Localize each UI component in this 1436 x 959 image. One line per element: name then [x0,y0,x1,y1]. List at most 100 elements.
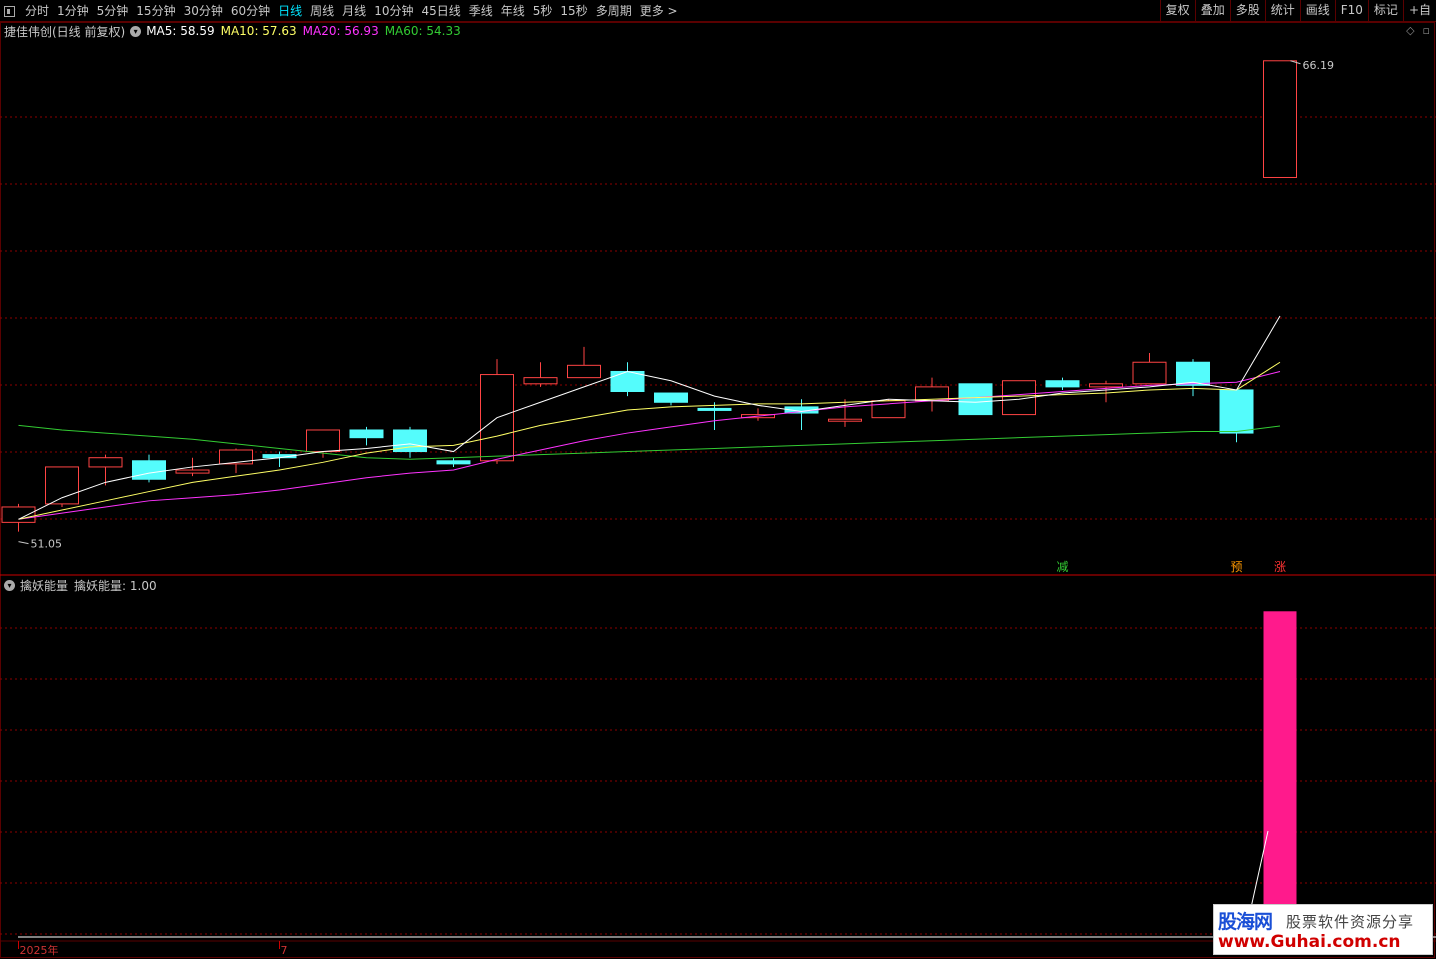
candle [45,466,79,507]
candle [1132,353,1167,385]
candle [1219,389,1254,443]
chart-corner-controls: ◇ ▫ [1406,24,1430,37]
period-tab-10[interactable]: 45日线 [417,0,464,22]
indicator-value: 擒妖能量: 1.00 [74,578,157,593]
period-tab-11[interactable]: 季线 [465,0,497,22]
candle-body [175,469,210,474]
candle [436,457,471,467]
candle-body [349,429,384,439]
toolbar-button-1[interactable]: 叠加 [1194,0,1230,22]
ma5-line [18,315,1281,520]
x-axis-label: 2025年 [20,943,59,957]
toolbar-button-5[interactable]: F10 [1334,0,1368,22]
watermark-slogan: 股票软件资源分享 [1286,913,1415,931]
window-icon[interactable] [4,5,15,17]
period-tab-0[interactable]: 分时 [21,0,53,22]
candle-body [610,370,645,392]
toolbar-button-0[interactable]: 复权 [1159,0,1195,22]
candle-body [45,466,79,505]
ma-label-2: MA20: 56.93 [302,24,379,38]
candle-body [523,377,558,385]
period-tab-16[interactable]: 更多 > [636,0,682,22]
signal-label: 涨 [1274,559,1286,574]
period-tab-5[interactable]: 60分钟 [227,0,274,22]
candle [654,392,688,406]
candle-body [1045,380,1080,388]
watermark-logo: 股海网 [1218,911,1273,933]
candle [393,426,427,458]
period-tab-6[interactable]: 日线 [274,0,306,22]
candle [567,346,601,379]
energy-bar [1263,611,1297,937]
indicator-title: ▾ 擒妖能量 擒妖能量: 1.00 [4,576,157,594]
indicator-name: 擒妖能量 [20,578,69,593]
period-tabs: 分时 1分钟 5分钟 15分钟 30分钟 60分钟 日线 周线 月线 10分钟 45日线 季线 年线 5秒… [4,0,682,22]
candle-body [1263,60,1297,178]
candle [610,362,645,397]
x-axis-label: 7 [281,944,288,957]
candle-body [958,383,993,416]
candle-body [132,460,166,480]
candle-body [654,392,688,403]
candle [915,377,949,412]
candle [871,399,906,419]
low-marker [18,541,29,545]
candle [1176,359,1210,397]
chevron-down-icon[interactable]: ▾ [130,25,142,37]
candle [132,454,166,483]
toolbar-right-buttons: 复权 叠加 多股 统计 画线 F10 标记 +自 [1159,0,1436,22]
period-tab-2[interactable]: 5分钟 [93,0,133,22]
period-tab-12[interactable]: 年线 [497,0,529,22]
toolbar-button-7[interactable]: +自 [1402,0,1436,22]
candle-body [219,449,253,465]
chevron-down-icon[interactable]: ▾ [4,579,15,591]
toolbar-button-4[interactable]: 画线 [1299,0,1335,22]
period-tab-13[interactable]: 5秒 [529,0,557,22]
main-chart-title: 捷佳伟创(日线 前复权) ▾ MA5: 58.59 MA10: 57.63 MA20… [4,22,467,40]
candle-body [306,429,340,453]
candle [958,383,993,416]
watermark-url: www.Guhai.com.cn [1218,932,1401,952]
expand-icon[interactable]: ▫ [1423,24,1430,37]
period-tab-3[interactable]: 15分钟 [132,0,179,22]
period-tab-15[interactable]: 多周期 [592,0,636,22]
candle [1089,380,1123,403]
candle [349,426,384,446]
high-price-label: 66.19 [1303,59,1335,72]
guhai-watermark: 股海网 股票软件资源分享 www.Guhai.com.cn [1213,904,1433,955]
period-tab-8[interactable]: 月线 [338,0,370,22]
period-tab-14[interactable]: 15秒 [556,0,591,22]
low-price-label: 51.05 [31,538,63,551]
toolbar-button-3[interactable]: 统计 [1264,0,1300,22]
candle-body [1089,383,1123,388]
candle [697,402,732,430]
period-tab-9[interactable]: 10分钟 [370,0,417,22]
candle-body [1219,389,1254,434]
toolbar-button-6[interactable]: 标记 [1367,0,1403,22]
candle-body [1132,361,1167,385]
candle [1263,60,1297,178]
candle [88,454,123,486]
signal-label: 减 [1056,560,1068,574]
kline-chart[interactable]: 66.19 51.05 减 预 涨 2025年 7 [0,22,1436,959]
ma-label-1: MA10: 57.63 [220,24,297,38]
period-tab-4[interactable]: 30分钟 [180,0,227,22]
period-tab-7[interactable]: 周线 [306,0,338,22]
candle-body [697,407,732,411]
candle-body [436,460,471,465]
period-tab-1[interactable]: 1分钟 [53,0,93,22]
diamond-icon[interactable]: ◇ [1406,24,1414,37]
ma-legend: MA5: 58.59 MA10: 57.63 MA20: 56.93 MA60: 54… [146,24,467,38]
toolbar-button-2[interactable]: 多股 [1229,0,1265,22]
candle [480,359,514,464]
ma-label-0: MA5: 58.59 [146,24,215,38]
candle-body [88,457,123,468]
candle-body [828,418,862,422]
period-toolbar: 分时 1分钟 5分钟 15分钟 30分钟 60分钟 日线 周线 月线 10分钟 45日线 季线 年线 5秒… [0,0,1436,22]
stock-name: 捷佳伟创(日线 前复权) [4,24,126,39]
candle-body [1,506,36,523]
ma-label-3: MA60: 54.33 [384,24,461,38]
candle [1045,377,1080,390]
signal-label: 预 [1230,560,1242,574]
candle-body [567,364,601,379]
